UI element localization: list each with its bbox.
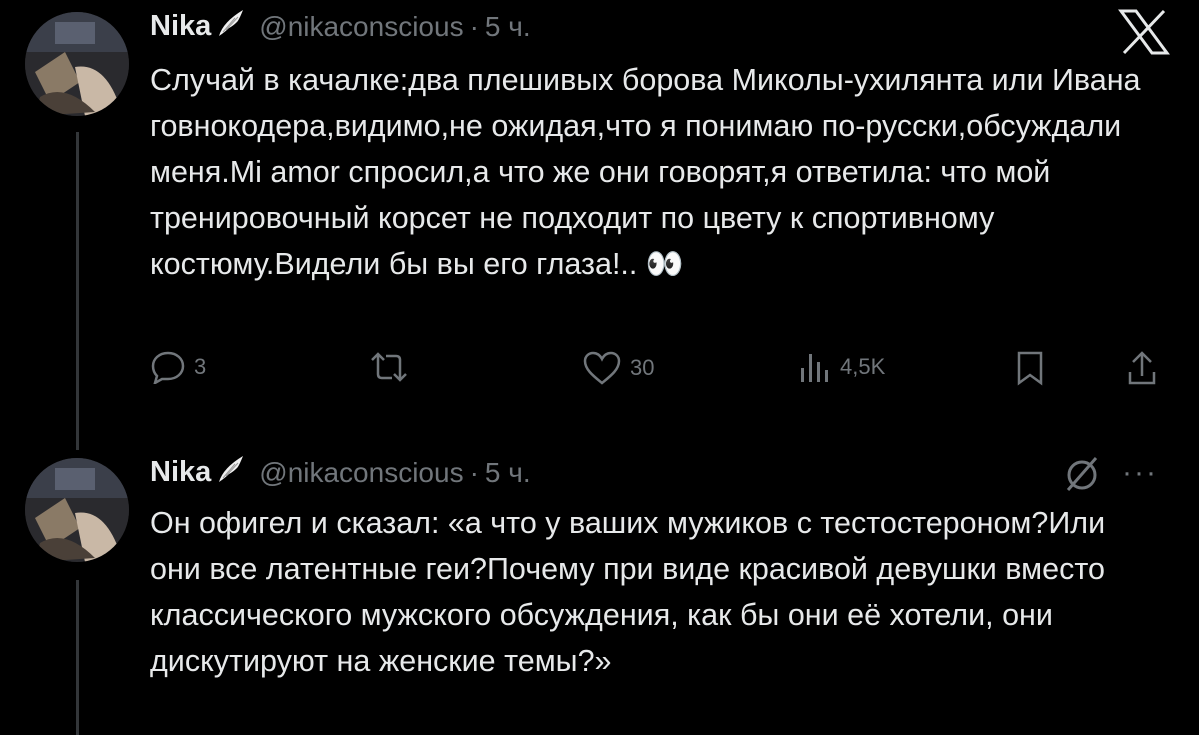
timestamp[interactable]: 5 ч. (485, 11, 531, 43)
reply-icon (151, 351, 185, 384)
handle[interactable]: @nikaconscious (259, 11, 463, 43)
wing-badge-icon (217, 8, 245, 45)
like-count: 30 (630, 355, 655, 380)
like-button[interactable]: 30 (582, 350, 654, 386)
x-logo-icon[interactable] (1118, 8, 1170, 61)
thread-line (76, 132, 79, 450)
heart-icon (583, 351, 621, 385)
tweet-text: Он офигел и сказал: «а что у ваших мужик… (150, 500, 1160, 684)
retweet-button[interactable] (368, 350, 418, 384)
views-button[interactable]: 4,5K (798, 350, 885, 384)
tweet-text: Случай в качалке:два плешивых борова Мик… (150, 57, 1160, 287)
display-name[interactable]: Nika (150, 456, 211, 489)
reply-button[interactable]: 3 (150, 350, 206, 384)
separator: · (469, 456, 479, 488)
tweet-text-content: Он офигел и сказал: «а что у ваших мужик… (150, 506, 1106, 678)
separator: · (469, 10, 479, 42)
retweet-icon (371, 352, 407, 382)
eyes-emoji: 👀 (645, 247, 684, 281)
bookmark-icon (1017, 351, 1043, 386)
avatar[interactable] (25, 12, 129, 116)
handle[interactable]: @nikaconscious (259, 457, 463, 489)
views-icon (801, 354, 828, 382)
reply-count: 3 (194, 354, 207, 379)
timestamp[interactable]: 5 ч. (485, 457, 531, 489)
bookmark-button[interactable] (1014, 350, 1046, 386)
thread-line (76, 580, 79, 735)
grok-icon[interactable] (1062, 454, 1102, 499)
wing-badge-icon (217, 454, 245, 491)
share-button[interactable] (1126, 350, 1158, 386)
share-icon (1128, 351, 1156, 385)
tweet-actions: 3 30 4,5K (150, 350, 1180, 394)
tweet-header: Nika @nikaconscious · 5 ч. (150, 454, 531, 491)
display-name[interactable]: Nika (150, 10, 211, 43)
avatar[interactable] (25, 458, 129, 562)
tweet-header: Nika @nikaconscious · 5 ч. (150, 8, 531, 45)
more-options-icon[interactable]: ··· (1122, 456, 1158, 490)
views-count: 4,5K (840, 354, 886, 379)
